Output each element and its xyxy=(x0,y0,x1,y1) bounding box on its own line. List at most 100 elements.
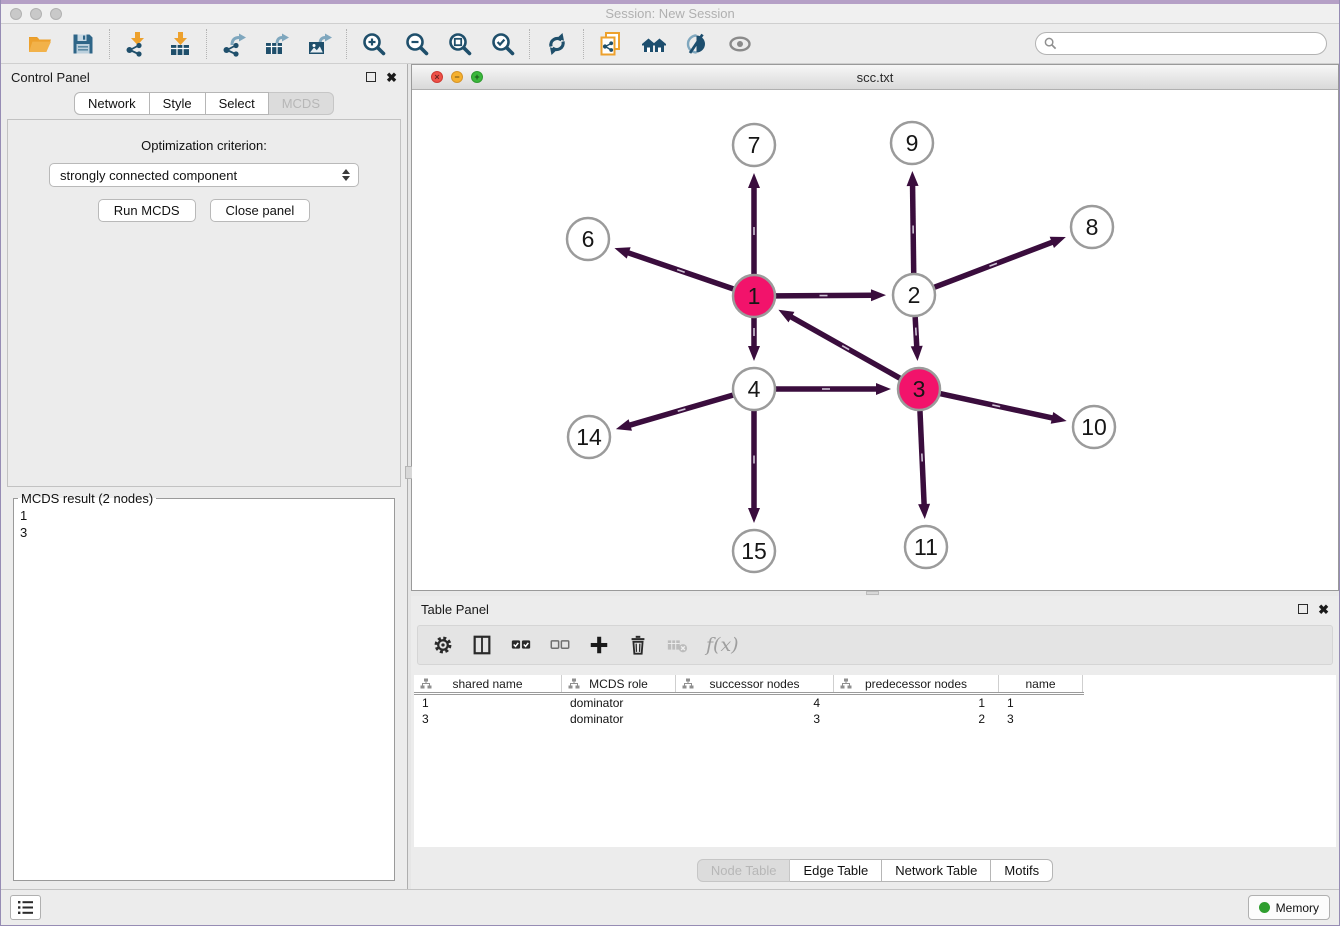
table-cell[interactable]: dominator xyxy=(562,712,676,726)
memory-status-icon xyxy=(1259,902,1270,913)
graph-node-label: 14 xyxy=(576,424,602,450)
column-header-name[interactable]: name xyxy=(999,675,1083,692)
edge-arrowhead xyxy=(876,383,891,395)
column-header-successor-nodes[interactable]: successor nodes xyxy=(676,675,834,692)
settings-gear-icon[interactable] xyxy=(431,633,455,657)
close-table-panel-icon[interactable]: ✖ xyxy=(1318,603,1329,616)
graph-node-label: 7 xyxy=(748,132,761,158)
function-builder-icon: f(x) xyxy=(704,634,739,656)
edge-arrowhead xyxy=(918,504,930,519)
table-tab-node-table[interactable]: Node Table xyxy=(697,859,791,882)
graph-node-label: 9 xyxy=(906,130,919,156)
network-canvas[interactable]: 7968124314101511 xyxy=(412,90,1338,590)
table-tab-edge-table[interactable]: Edge Table xyxy=(790,859,882,882)
table-row[interactable]: 3dominator323 xyxy=(414,711,1336,727)
export-image-icon[interactable] xyxy=(306,30,333,57)
network-view-frame: × − + scc.txt 7968124314101511 xyxy=(411,64,1339,591)
export-table-icon[interactable] xyxy=(263,30,290,57)
tab-mcds[interactable]: MCDS xyxy=(269,92,334,115)
deselect-all-columns-icon[interactable] xyxy=(548,633,572,657)
graph-node-label: 1 xyxy=(748,283,761,309)
column-header-predecessor-nodes[interactable]: predecessor nodes xyxy=(834,675,999,692)
reset-layout-icon[interactable] xyxy=(640,30,667,57)
splitter-handle[interactable] xyxy=(866,591,879,595)
edge-arrowhead xyxy=(1050,237,1066,248)
delete-table-icon xyxy=(665,633,689,657)
zoom-out-icon[interactable] xyxy=(403,30,430,57)
app-window: Session: New Session xyxy=(0,0,1340,926)
mcds-result-title: MCDS result (2 nodes) xyxy=(18,491,156,506)
close-panel-button[interactable]: Close panel xyxy=(210,199,311,222)
float-table-panel-icon[interactable] xyxy=(1298,604,1308,614)
tab-style[interactable]: Style xyxy=(150,92,206,115)
mcds-result-line: 1 xyxy=(20,507,388,524)
edge-arrowhead xyxy=(907,171,919,186)
open-session-icon[interactable] xyxy=(26,30,53,57)
table-tab-network-table[interactable]: Network Table xyxy=(882,859,991,882)
import-table-icon[interactable] xyxy=(166,30,193,57)
zoom-fit-icon[interactable] xyxy=(446,30,473,57)
refresh-icon[interactable] xyxy=(543,30,570,57)
titlebar: Session: New Session xyxy=(1,0,1339,24)
float-panel-icon[interactable] xyxy=(366,72,376,82)
table-header-row: shared nameMCDS rolesuccessor nodesprede… xyxy=(414,675,1084,695)
toggle-panel-icon[interactable] xyxy=(683,30,710,57)
tab-select[interactable]: Select xyxy=(206,92,269,115)
graph-node-label: 10 xyxy=(1081,414,1107,440)
zoom-in-icon[interactable] xyxy=(360,30,387,57)
table-cell[interactable]: 4 xyxy=(676,696,834,710)
run-mcds-button[interactable]: Run MCDS xyxy=(98,199,196,222)
task-history-button[interactable] xyxy=(10,895,41,920)
memory-label: Memory xyxy=(1276,901,1319,915)
table-cell[interactable]: 3 xyxy=(999,712,1083,726)
status-bar: Memory xyxy=(1,889,1339,925)
graph-node-label: 6 xyxy=(582,226,595,252)
export-network-icon[interactable] xyxy=(220,30,247,57)
table-cell[interactable]: 3 xyxy=(414,712,562,726)
memory-button[interactable]: Memory xyxy=(1248,895,1330,920)
zoom-selected-icon[interactable] xyxy=(489,30,516,57)
table-cell[interactable]: dominator xyxy=(562,696,676,710)
split-view-icon[interactable] xyxy=(470,633,494,657)
control-panel-title: Control Panel xyxy=(11,70,90,85)
select-stepper-icon xyxy=(342,169,352,181)
table-body: 1dominator4113dominator323 xyxy=(414,695,1336,727)
optimization-criterion-label: Optimization criterion: xyxy=(141,138,267,153)
table-tabs: Node TableEdge TableNetwork TableMotifs xyxy=(697,859,1053,882)
graph-node-label: 15 xyxy=(741,538,767,564)
control-panel-tabs: NetworkStyleSelectMCDS xyxy=(74,92,334,115)
table-tab-motifs[interactable]: Motifs xyxy=(991,859,1053,882)
column-header-MCDS-role[interactable]: MCDS role xyxy=(562,675,676,692)
tab-network[interactable]: Network xyxy=(74,92,150,115)
search-input[interactable] xyxy=(1062,36,1318,51)
add-column-icon[interactable] xyxy=(587,633,611,657)
graph-node-label: 4 xyxy=(748,376,761,402)
table-row[interactable]: 1dominator411 xyxy=(414,695,1336,711)
delete-column-icon[interactable] xyxy=(626,633,650,657)
mcds-panel: Optimization criterion: strongly connect… xyxy=(7,119,401,487)
graph-node-label: 8 xyxy=(1086,214,1099,240)
import-network-icon[interactable] xyxy=(123,30,150,57)
table-cell[interactable]: 3 xyxy=(676,712,834,726)
show-eye-icon[interactable] xyxy=(726,30,753,57)
network-graph: 7968124314101511 xyxy=(412,90,1338,590)
mcds-result-line: 3 xyxy=(20,524,388,541)
table-toolbar: f(x) xyxy=(417,625,1333,665)
optimization-criterion-select[interactable]: strongly connected component xyxy=(49,163,359,187)
column-header-shared-name[interactable]: shared name xyxy=(414,675,562,692)
table-cell[interactable]: 1 xyxy=(999,696,1083,710)
close-panel-icon[interactable]: ✖ xyxy=(386,71,397,84)
vertical-splitter[interactable] xyxy=(407,64,411,889)
horizontal-splitter[interactable] xyxy=(411,591,1339,596)
mcds-result-list: 13 xyxy=(14,506,394,508)
save-session-icon[interactable] xyxy=(69,30,96,57)
table-cell[interactable]: 1 xyxy=(414,696,562,710)
search-box xyxy=(1035,32,1327,55)
graph-node-label: 11 xyxy=(914,534,938,560)
select-all-columns-icon[interactable] xyxy=(509,633,533,657)
network-frame-titlebar: × − + scc.txt xyxy=(412,65,1338,90)
table-cell[interactable]: 2 xyxy=(834,712,999,726)
control-panel: Control Panel ✖ NetworkStyleSelectMCDS O… xyxy=(1,64,407,889)
new-network-from-selection-icon[interactable] xyxy=(597,30,624,57)
table-cell[interactable]: 1 xyxy=(834,696,999,710)
